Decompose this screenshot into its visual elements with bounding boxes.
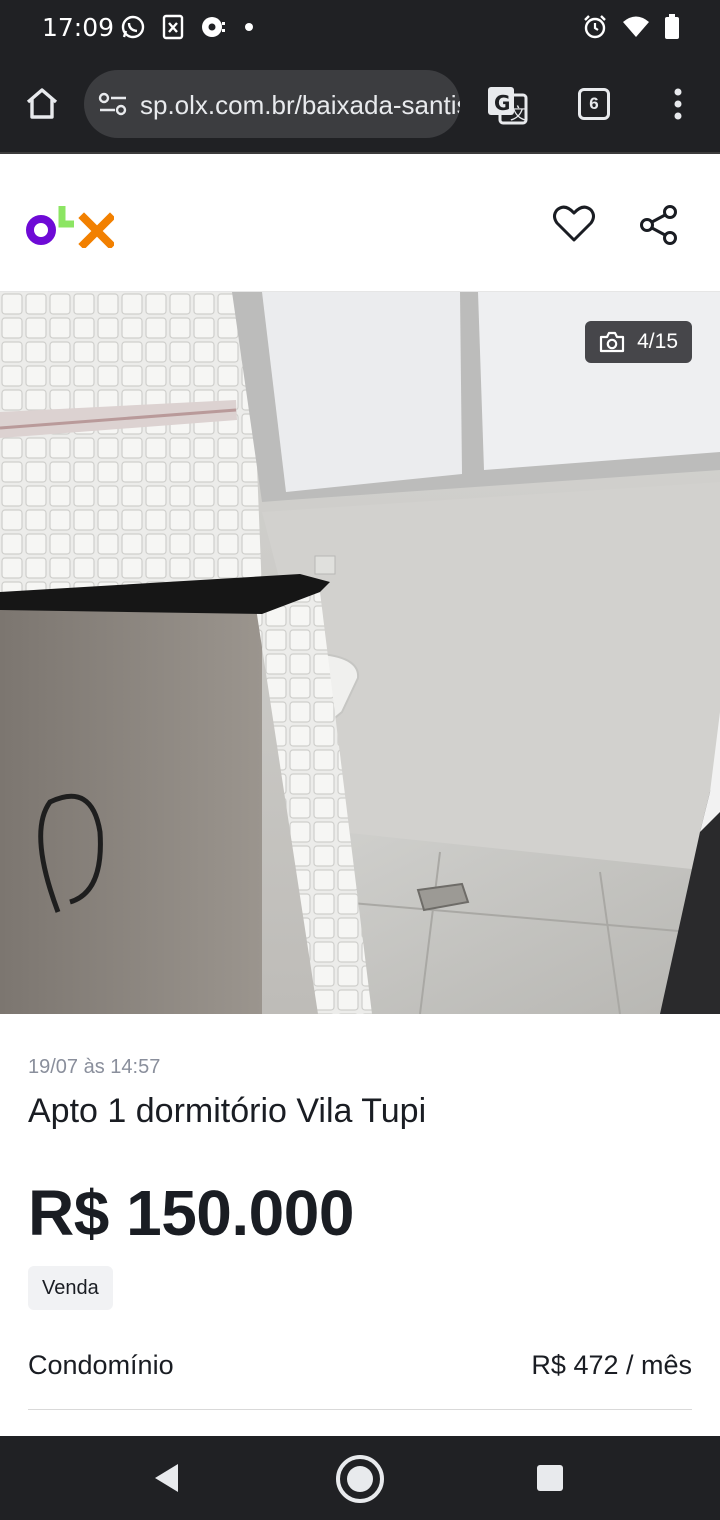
back-icon[interactable]: [152, 1462, 182, 1494]
svg-text:G: G: [494, 91, 510, 115]
wifi-icon: [623, 16, 649, 37]
posted-date: 19/07 às 14:57: [28, 1056, 161, 1078]
dot-icon: [245, 23, 253, 31]
status-bar: 17:09: [0, 0, 720, 56]
url-bar[interactable]: sp.olx.com.br/baixada-santista: [84, 70, 460, 138]
podcast-icon: [202, 17, 225, 37]
alarm-icon: [584, 15, 606, 39]
olx-logo[interactable]: [26, 200, 114, 248]
listing-title: Apto 1 dormitório Vila Tupi: [28, 1092, 427, 1130]
heart-icon[interactable]: [552, 204, 596, 244]
battery-icon: [665, 14, 679, 39]
condo-fee-value: R$ 472 / mês: [531, 1350, 692, 1380]
photo-counter: 4/15: [585, 321, 692, 363]
more-vert-icon[interactable]: [668, 86, 688, 122]
svg-text:文: 文: [510, 104, 526, 123]
site-settings-icon[interactable]: [98, 91, 128, 117]
system-icons: [582, 14, 680, 40]
listing-details: 19/07 às 14:57 Apto 1 dormitório Vila Tu…: [0, 1014, 720, 1436]
url-text[interactable]: sp.olx.com.br/baixada-santista: [140, 90, 460, 121]
listing-photo[interactable]: [0, 292, 720, 1014]
file-x-icon: [162, 14, 184, 40]
divider: [28, 1409, 692, 1410]
status-time: 17:09: [42, 13, 115, 42]
photo-counter-text: 4/15: [637, 330, 678, 353]
recents-icon[interactable]: [537, 1465, 563, 1491]
camera-icon: [600, 331, 625, 353]
translate-icon[interactable]: G 文: [486, 85, 528, 125]
browser-toolbar: sp.olx.com.br/baixada-santista G 文 6: [0, 56, 720, 154]
listing-price: R$ 150.000: [28, 1177, 354, 1249]
condo-fee-label: Condomínio: [28, 1350, 174, 1380]
tab-switcher-button[interactable]: 6: [578, 88, 610, 120]
whatsapp-icon: [121, 15, 145, 39]
home-circle-icon[interactable]: [335, 1454, 385, 1504]
site-header: [0, 156, 720, 292]
listing-type-badge: Venda: [28, 1266, 113, 1310]
share-icon[interactable]: [638, 204, 680, 246]
photo-gallery[interactable]: 4/15: [0, 292, 720, 1014]
home-icon[interactable]: [22, 83, 62, 123]
system-nav-bar: [0, 1436, 720, 1520]
notification-icons: [120, 14, 254, 40]
